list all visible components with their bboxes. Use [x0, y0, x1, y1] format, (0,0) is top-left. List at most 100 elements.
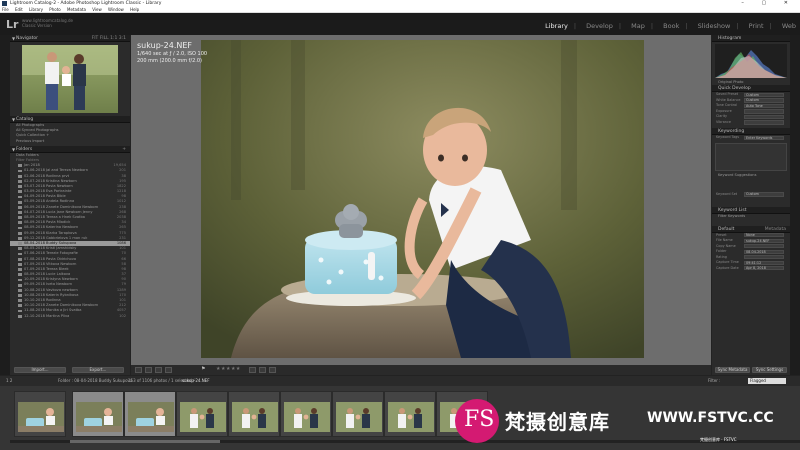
folder-label: 03-07-2018 Pavla Newborn: [24, 183, 73, 188]
folders-header[interactable]: ▼ Folders +: [10, 145, 130, 153]
module-map[interactable]: Map: [631, 22, 645, 30]
right-panel-toggle[interactable]: [790, 35, 800, 375]
folder-label: Jan 2018: [24, 163, 40, 168]
keyword-tags-select[interactable]: Enter Keywords: [744, 135, 784, 141]
filmstrip-thumbnail[interactable]: [14, 391, 66, 437]
folder-icon: [18, 314, 22, 318]
metadata-value[interactable]: None: [744, 233, 784, 238]
menu-edit[interactable]: Edit: [15, 7, 23, 12]
navigator-preview[interactable]: [22, 45, 118, 113]
folder-icon: [18, 278, 22, 282]
sync-metadata-button[interactable]: Sync Metadata: [715, 367, 750, 373]
module-print[interactable]: Print: [749, 22, 764, 30]
metadata-value[interactable]: Apr 8, 2018: [744, 266, 784, 271]
filmstrip-thumbnail[interactable]: [176, 391, 228, 437]
rotate-right-icon[interactable]: [259, 367, 266, 373]
keyword-list-header[interactable]: Keyword List: [712, 207, 790, 215]
metadata-value[interactable]: 08-04-2018: [744, 249, 784, 254]
filmstrip-thumbnail[interactable]: [384, 391, 436, 437]
import-button[interactable]: Import...: [14, 367, 66, 373]
menu-help[interactable]: Help: [130, 7, 139, 12]
grid-view-icon[interactable]: [135, 367, 142, 373]
filmstrip-thumbnail[interactable]: [72, 391, 124, 437]
menu-library[interactable]: Library: [29, 7, 43, 12]
add-folder-icon[interactable]: +: [122, 146, 126, 153]
folder-icon: [18, 190, 22, 194]
keywording-header[interactable]: Keywording: [712, 128, 790, 136]
filmstrip-thumbnail[interactable]: [280, 391, 332, 437]
filmstrip-breadcrumb[interactable]: Folder : 08-04-2018 Buddy Sukupova: [58, 376, 132, 386]
metadata-preset[interactable]: Default: [718, 227, 734, 232]
star-rating[interactable]: ★★★★★: [216, 366, 241, 372]
keyword-set-row: Keyword Set Custom: [712, 192, 790, 198]
filmstrip-scroll-thumb[interactable]: [70, 440, 220, 443]
module-book[interactable]: Book: [663, 22, 679, 30]
compare-view-icon[interactable]: [155, 367, 162, 373]
filmstrip-thumbnail[interactable]: [228, 391, 280, 437]
folder-label: 10-09-2018 Kristyna Newborn: [24, 277, 78, 282]
folder-label: 07-06-2018 Terezie Fotografie: [24, 251, 78, 256]
keyword-tags-textarea[interactable]: [715, 142, 787, 171]
window-controls[interactable]: – ▢ ✕: [741, 0, 796, 7]
survey-view-icon[interactable]: [165, 367, 172, 373]
quick-develop-control[interactable]: Custom: [744, 92, 784, 98]
metadata-value[interactable]: sukup-24.NEF: [744, 238, 784, 243]
module-develop[interactable]: Develop: [586, 22, 613, 30]
module-slideshow[interactable]: Slideshow: [698, 22, 731, 30]
folder-icon: [18, 179, 22, 183]
menu-window[interactable]: Window: [108, 7, 124, 12]
folder-label: 08-05-2018 Kristi Jamshidsky: [24, 246, 77, 251]
navigator-header[interactable]: ▼ Navigator FIT FILL 1:1 3:1: [10, 35, 130, 42]
menu-view[interactable]: View: [92, 7, 102, 12]
main-photo[interactable]: [201, 40, 644, 358]
keyword-filter-input[interactable]: Filter Keywords: [712, 214, 790, 219]
catalog-item-label: All Photographs: [16, 123, 45, 127]
toolbar-menu-icon[interactable]: [269, 367, 276, 373]
folder-label: 04-09-2018 Pavla Bible: [24, 194, 66, 199]
app-icon: [2, 1, 7, 6]
menu-metadata[interactable]: Metadata: [67, 7, 86, 12]
filmstrip-thumbnail[interactable]: [124, 391, 176, 437]
menu-file[interactable]: File: [2, 7, 9, 12]
folder-label: 10-10-2018 Zanete Dominikova Newborn: [24, 303, 99, 308]
loupe-view-icon[interactable]: [145, 367, 152, 373]
quick-develop-row: Vibrance: [712, 120, 790, 126]
watermark-name: 梵摄创意库: [505, 410, 610, 434]
folder-icon: [18, 164, 22, 168]
quick-develop-control[interactable]: Custom: [744, 98, 784, 103]
module-web[interactable]: Web: [782, 22, 796, 30]
thumbnail-image: [180, 402, 226, 432]
flag-icon[interactable]: ⚑: [201, 366, 205, 372]
metadata-header[interactable]: Default Metadata: [712, 225, 790, 233]
metadata-value[interactable]: [744, 255, 784, 260]
metadata-value[interactable]: [744, 244, 784, 249]
quick-develop-control[interactable]: [744, 109, 784, 114]
loupe-view[interactable]: sukup-24.NEF 1/640 sec at ƒ / 2.0, ISO 1…: [131, 35, 711, 365]
catalog-header[interactable]: ▼ Catalog: [10, 116, 130, 123]
filmstrip-thumbnail[interactable]: [332, 391, 384, 437]
rotate-left-icon[interactable]: [249, 367, 256, 373]
folder-label: 07-08-2018 Pavla Oldrichova: [24, 256, 77, 261]
histogram-header[interactable]: Histogram: [712, 35, 790, 42]
folder-icon: [18, 262, 22, 266]
folder-item[interactable]: 12-10-2018 Martina Pliva 102: [10, 314, 130, 319]
quick-develop-control[interactable]: Auto Tone: [744, 103, 784, 109]
folder-icon: [18, 252, 22, 256]
keyword-tags-row: Keyword Tags Enter Keywords: [712, 135, 790, 141]
folder-icon: [18, 221, 22, 225]
quick-develop-control[interactable]: [744, 120, 784, 125]
export-button[interactable]: Export...: [72, 367, 124, 373]
module-library[interactable]: Library: [545, 22, 568, 30]
menu-photo[interactable]: Photo: [49, 7, 60, 12]
navigator-zoom-options[interactable]: FIT FILL 1:1 3:1: [92, 35, 126, 42]
quick-develop-header[interactable]: Quick Develop: [712, 85, 790, 93]
metadata-value[interactable]: 09:41:12: [744, 260, 784, 265]
keyword-set-select[interactable]: Custom: [744, 192, 784, 197]
photo-info-overlay: sukup-24.NEF 1/640 sec at ƒ / 2.0, ISO 1…: [137, 41, 207, 64]
catalog-item[interactable]: Previous Import: [10, 139, 130, 144]
sync-settings-button[interactable]: Sync Settings: [752, 367, 787, 373]
left-panel-toggle[interactable]: [0, 35, 10, 375]
page-selector[interactable]: 1 2: [6, 376, 12, 386]
filter-select[interactable]: Flagged: [748, 378, 786, 384]
quick-develop-control[interactable]: [744, 114, 784, 120]
